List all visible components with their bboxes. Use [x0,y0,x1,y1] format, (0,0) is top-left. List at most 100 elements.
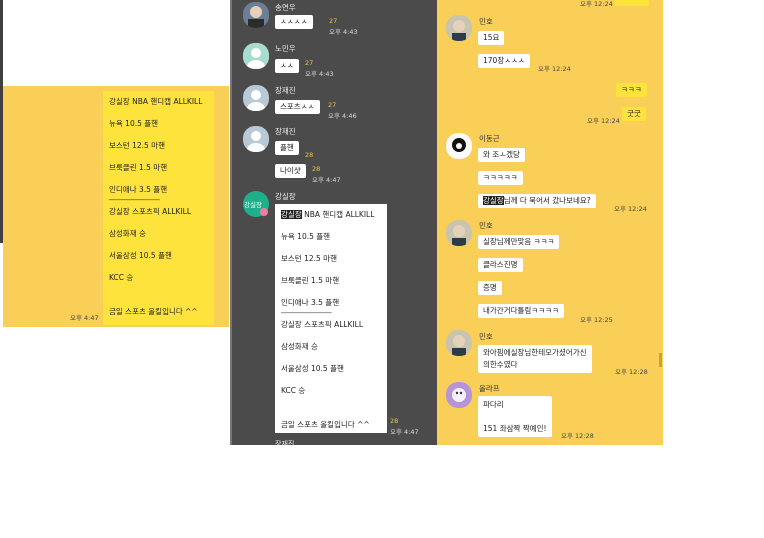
unread-count: 27 [329,17,338,25]
admin-line: KCC 승 [281,386,306,395]
unread-count: 27 [305,59,314,67]
message-text: 의한수였다 [483,360,518,369]
message-text: 와아핌에실장님한테모가셨어가신 [483,348,587,357]
message-text: 151 좌삼짝 짝예인! [483,424,547,433]
person-silhouette-icon [243,85,269,111]
admin-line [281,406,381,418]
avatar[interactable] [446,133,472,159]
my-message-bubble[interactable]: ㅋㅋㅋ [616,83,647,97]
message-text: 님께 다 묵어서 갔나보네요? [503,196,591,205]
my-message-bubble[interactable]: 굿굿 [622,107,646,121]
notice-line: 삼성화재 승 [109,229,146,238]
message-bubble[interactable]: 실장님께만맞음 ㅋㅋㅋ [478,235,560,249]
person-silhouette-icon [243,126,269,152]
message-time: 오후 12:28 [561,432,594,440]
unread-count: 28 [390,417,399,425]
message-time: 오후 12:28 [615,368,648,376]
avatar[interactable] [446,382,472,408]
character-avatar-icon [446,382,472,408]
sender-name: 장재진 [275,440,295,445]
message-bubble[interactable]: 파다리 151 좌삼짝 짝예인! [478,396,552,437]
person-photo-icon [446,15,472,41]
admin-line: 브룩클린 1.5 마핸 [281,276,340,285]
notice-line: 보스턴 12.5 마핸 [109,141,165,150]
sender-name: 강실장 [275,192,296,201]
unread-count: 27 [328,101,337,109]
sender-name: 올라프 [479,384,500,393]
sender-name: 민호 [479,17,493,26]
person-photo-icon [243,2,269,28]
sender-name: 민호 [479,221,493,230]
message-time: 오후 12:25 [580,316,613,324]
message-bubble[interactable]: 스포츠ㅅㅅ [275,100,320,114]
avatar[interactable] [446,220,472,246]
person-photo-icon [446,133,472,159]
notice-time: 오후 4:47 [70,314,99,322]
message-time: 오후 4:47 [312,176,341,184]
notice-line: 서울삼성 10.5 플핸 [109,251,172,260]
my-message-bubble[interactable] [614,0,649,6]
sender-name: 이동근 [479,134,500,143]
admin-avatar-label: 강실장 [244,201,262,209]
scrollbar-thumb[interactable] [659,353,662,367]
sender-name: 장재진 [275,86,296,95]
message-time: 오후 4:43 [305,70,334,78]
admin-divider: ────────────── [281,310,332,317]
sender-name: 민호 [479,332,493,341]
notice-line [109,293,208,305]
admin-line: 인디애나 3.5 플핸 [281,298,340,307]
notice-divider: ────────────── [109,197,160,204]
message-bubble[interactable]: 증명 [478,281,502,295]
left-chat-panel: 강실장 NBA 핸디캡 ALLKILL 뉴욕 10.5 플핸 보스턴 12.5 … [3,86,229,327]
message-bubble[interactable]: ㅋㅋㅋㅋㅋ [478,171,523,185]
message-bubble[interactable]: 15요 [478,31,505,45]
message-bubble[interactable]: 와 조ㅗ겠당 [478,148,525,162]
message-bubble[interactable]: 강실장님께 다 묵어서 갔나보네요? [478,194,596,208]
message-time: 오후 4:43 [329,28,358,36]
message-bubble[interactable]: ㅅㅅ [275,59,299,73]
admin-message-bubble[interactable]: 강실장 NBA 핸디캡 ALLKILL 뉴욕 10.5 플핸 보스턴 12.5 … [275,204,387,433]
message-time: 오후 12:24 [538,65,571,73]
notice-line: 강실장 NBA 핸디캡 ALLKILL [109,97,203,106]
message-time: 오후 12:24 [587,117,620,125]
message-bubble[interactable]: 내가간거다틀림ㅋㅋㅋㅋ [478,304,564,318]
crown-icon [260,208,268,216]
unread-count: 28 [312,165,321,173]
middle-chat-panel: 송연우 ㅅㅅㅅㅅ 27 오후 4:43 노민우 ㅅㅅ 27 오후 4:43 장재… [232,0,437,445]
notice-line: 인디애나 3.5 플핸 [109,185,168,194]
person-photo-icon [446,220,472,246]
default-avatar[interactable] [243,43,269,69]
notice-line: 강실장 스포츠픽 ALLKILL [109,207,192,216]
message-bubble[interactable]: 플핸 [275,141,299,155]
default-avatar[interactable] [243,85,269,111]
message-text: 파다리 [483,400,504,409]
notice-line: KCC 승 [109,273,134,282]
avatar[interactable] [243,2,269,28]
message-time: 오후 12:24 [580,0,613,8]
message-time: 오후 4:47 [390,428,419,436]
message-time: 오후 4:46 [328,112,357,120]
admin-line: 금일 스포츠 올킬입니다 ^^ [281,420,370,429]
notice-line: 뉴욕 10.5 플핸 [109,119,159,128]
sender-name: 장재진 [275,127,296,136]
highlighted-name: 강실장 [281,210,302,219]
admin-line: 삼성화재 승 [281,342,318,351]
sender-name: 송연우 [275,3,296,12]
message-bubble[interactable]: 와아핌에실장님한테모가셨어가신 의한수였다 [478,345,592,373]
admin-line: 보스턴 12.5 마핸 [281,254,337,263]
admin-line: 강실장 NBA 핸디캡 ALLKILL [281,208,381,230]
message-bubble[interactable]: ㅅㅅㅅㅅ [275,15,313,29]
admin-line-text: NBA 핸디캡 ALLKILL [301,210,375,219]
notice-bubble[interactable]: 강실장 NBA 핸디캡 ALLKILL 뉴욕 10.5 플핸 보스턴 12.5 … [103,91,214,325]
message-bubble[interactable]: 170장ㅅㅅㅅ [478,54,530,68]
admin-line: 강실장 스포츠픽 ALLKILL [281,320,364,329]
admin-line: 서울삼성 10.5 플핸 [281,364,344,373]
avatar[interactable] [446,15,472,41]
avatar[interactable] [446,330,472,356]
admin-line: 뉴욕 10.5 플핸 [281,232,331,241]
right-chat-panel: 오후 12:24 민호 15요 170장ㅅㅅㅅ 오후 12:24 ㅋㅋㅋ 굿굿 … [437,0,663,445]
notice-line: 브룩클린 1.5 마핸 [109,163,168,172]
message-bubble[interactable]: 나이샷 [275,164,306,178]
default-avatar[interactable] [243,126,269,152]
message-bubble[interactable]: 클라스진명 [478,258,523,272]
